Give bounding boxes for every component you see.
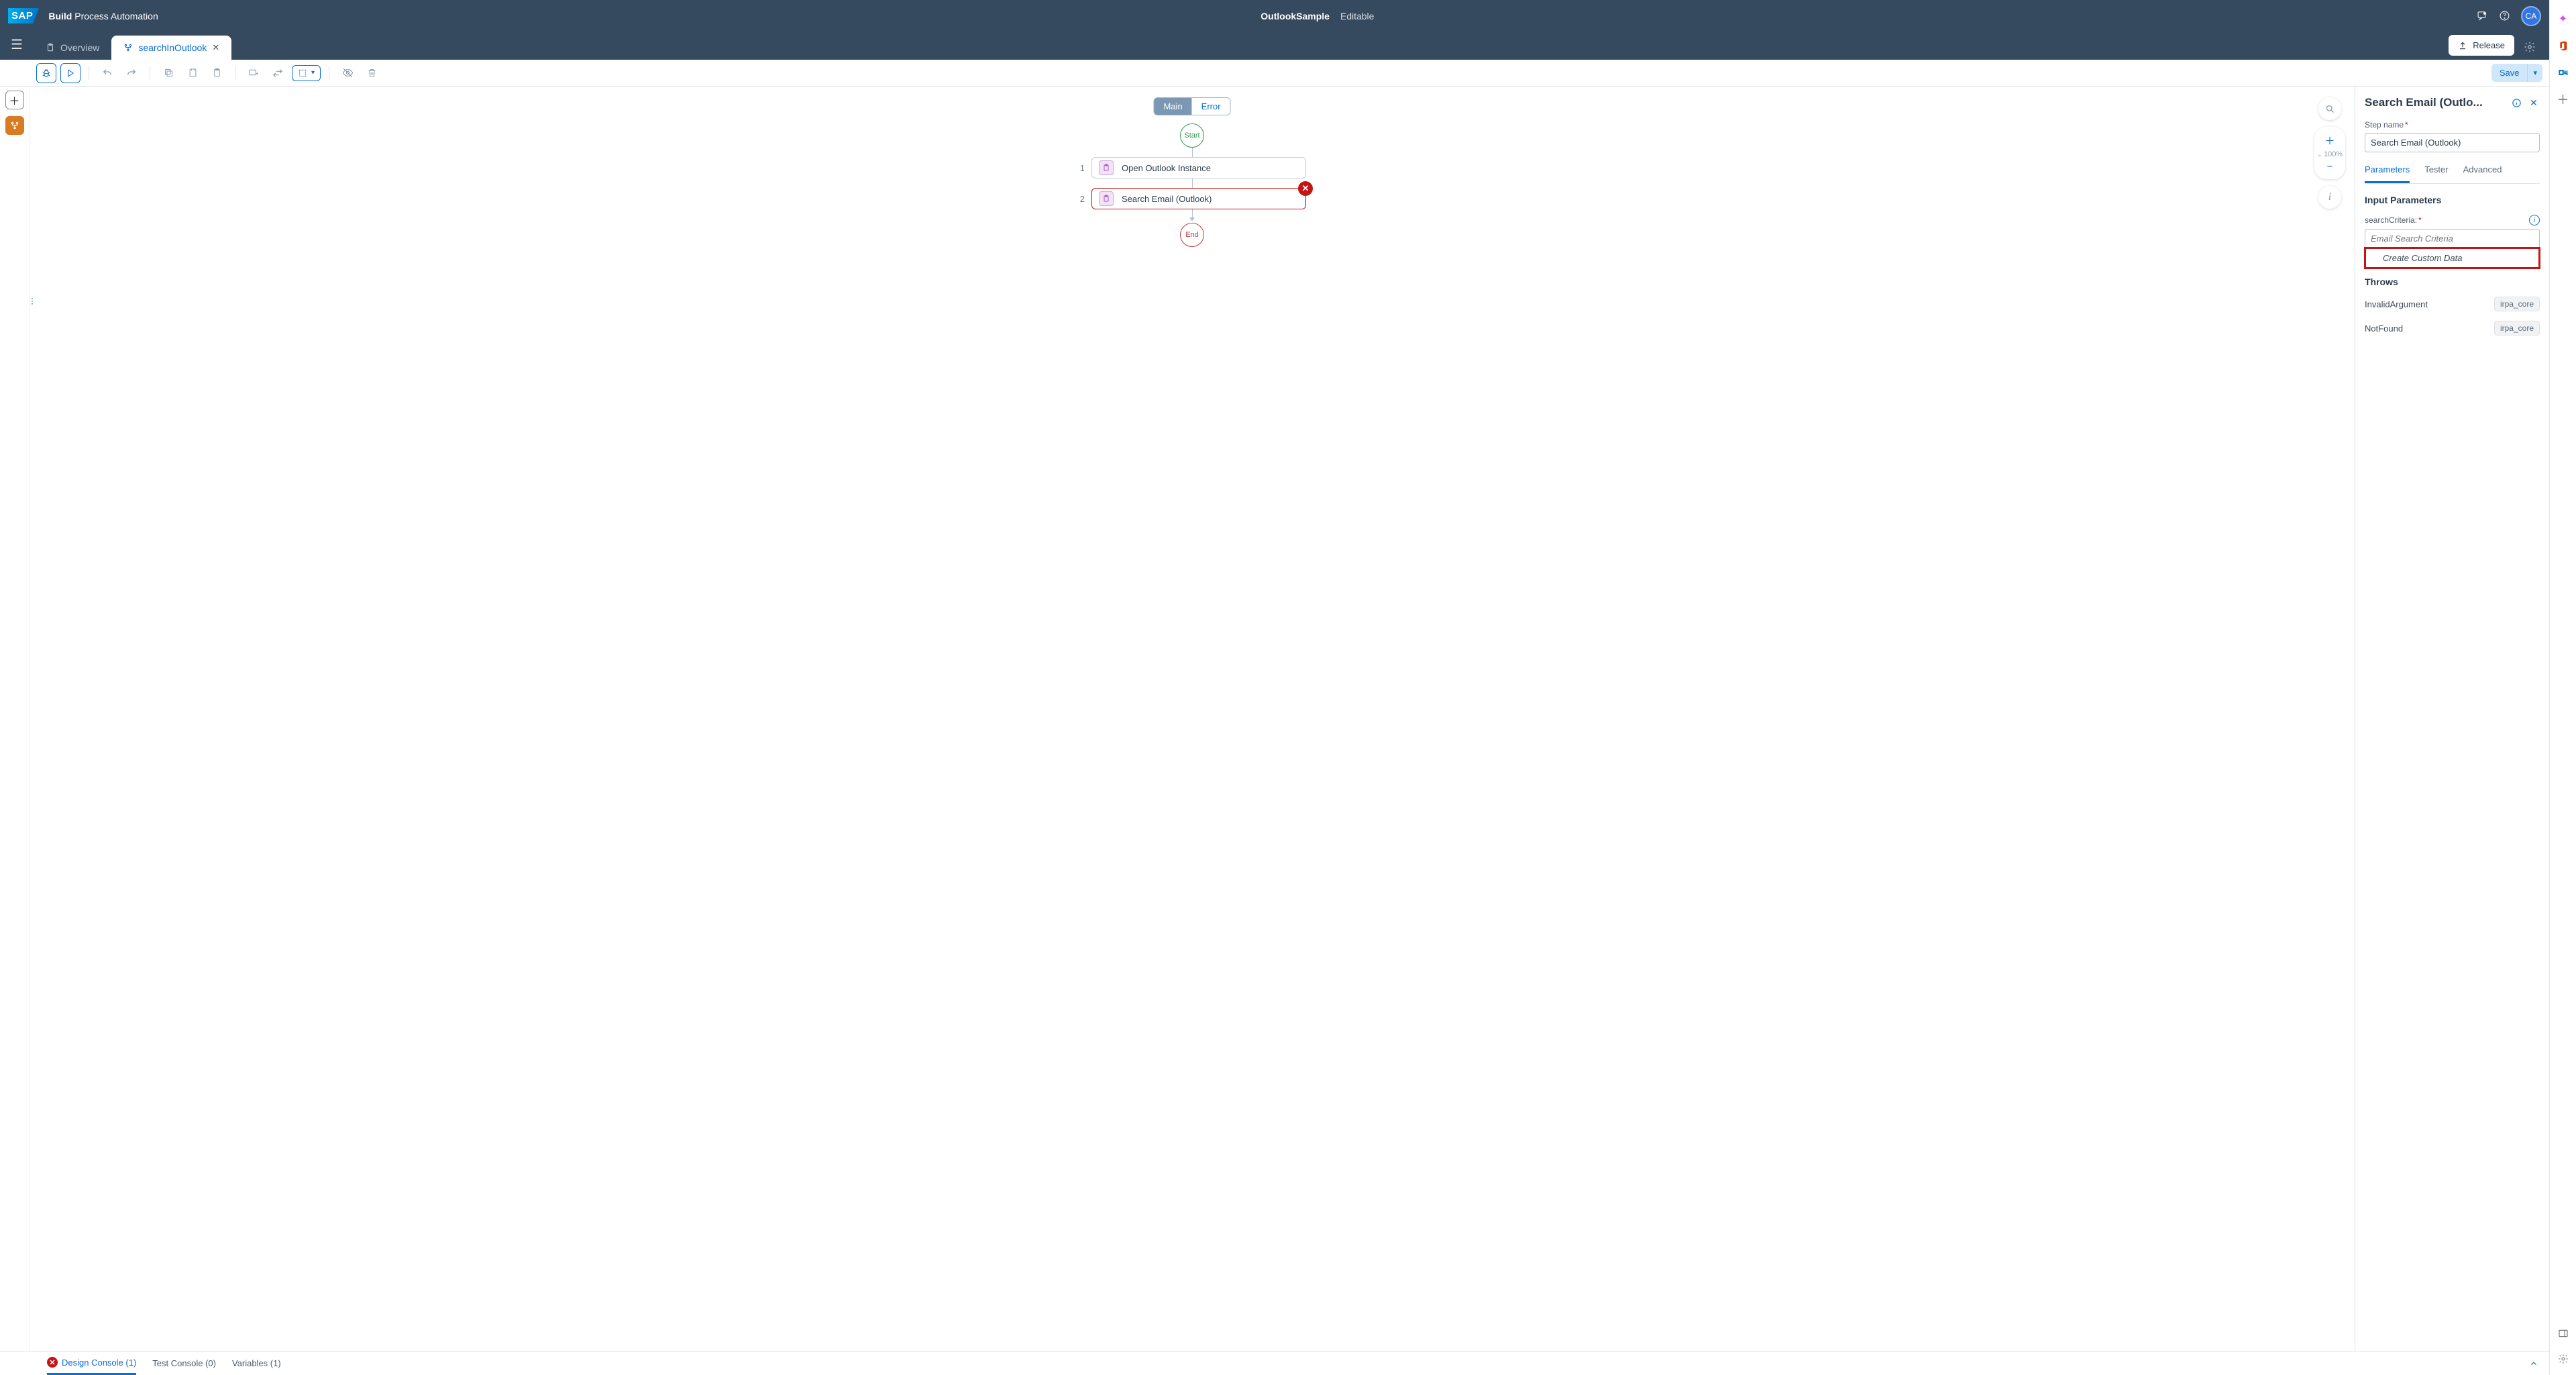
step-2: 2 Search Email (Outlook) ✕	[1078, 188, 1306, 209]
right-rail: ✦ ＋	[2549, 0, 2576, 1375]
chevron-down-icon: ▾	[311, 69, 315, 77]
zoom-in-icon[interactable]: ＋	[2324, 131, 2334, 150]
outlook-icon[interactable]	[2557, 66, 2570, 79]
zoom-control: ＋ ⌄ 100% −	[2314, 127, 2345, 179]
expand-console-icon[interactable]	[2529, 1359, 2538, 1368]
properties-panel: Search Email (Outlo... ✕ Step name* Para…	[2355, 87, 2549, 1351]
upload-icon	[2458, 41, 2467, 50]
test-console-tab[interactable]: Test Console (0)	[152, 1353, 216, 1374]
zoom-out-icon[interactable]: −	[2327, 158, 2333, 175]
header-center: OutlookSample Editable	[158, 11, 2477, 21]
throw-invalidargument: InvalidArgument irpa_core	[2365, 297, 2540, 311]
avatar[interactable]: CA	[2521, 6, 2541, 26]
searchcriteria-input[interactable]	[2365, 229, 2540, 248]
error-mode-tab[interactable]: Error	[1192, 98, 1230, 115]
project-name: OutlookSample	[1260, 11, 1330, 21]
play-icon[interactable]	[60, 63, 80, 83]
menu-icon[interactable]: ☰	[7, 36, 27, 53]
zoom-level[interactable]: ⌄ 100%	[2317, 150, 2343, 158]
brand: Build Process Automation	[48, 11, 158, 21]
automation-icon	[123, 43, 133, 52]
drag-handle-icon[interactable]: ⋮	[28, 300, 36, 303]
copy-icon[interactable]	[158, 63, 178, 83]
start-node[interactable]: Start	[1180, 123, 1204, 148]
panel-close-icon[interactable]: ✕	[2528, 97, 2540, 109]
stepname-label: Step name*	[2365, 120, 2540, 130]
param-info-icon[interactable]: i	[2529, 215, 2540, 225]
office-icon[interactable]	[2557, 39, 2570, 52]
save-dropdown[interactable]: ▾	[2527, 64, 2542, 82]
main-area: ＋ ⋮ Main Error ＋ ⌄ 100% − i	[0, 87, 2549, 1351]
swap-icon[interactable]	[268, 63, 288, 83]
toolbar: ▾ Save ▾	[0, 60, 2549, 87]
main-mode-tab[interactable]: Main	[1154, 98, 1191, 115]
step-open-outlook[interactable]: Open Outlook Instance	[1091, 157, 1306, 179]
top-header: SAP Build Process Automation OutlookSamp…	[0, 0, 2549, 32]
paste-icon[interactable]	[207, 63, 227, 83]
tab-searchinoutlook[interactable]: searchInOutlook ✕	[111, 36, 231, 60]
close-icon[interactable]: ✕	[212, 42, 219, 53]
stepname-input[interactable]	[2365, 133, 2540, 152]
design-console-tab[interactable]: ✕ Design Console (1)	[47, 1352, 136, 1375]
throw-notfound: NotFound irpa_core	[2365, 321, 2540, 336]
search-icon[interactable]	[2318, 97, 2341, 120]
gear-icon[interactable]	[2524, 41, 2536, 53]
selection-dropdown[interactable]: ▾	[292, 65, 321, 81]
automation-palette-icon[interactable]	[5, 116, 24, 135]
visibility-off-icon[interactable]	[337, 63, 358, 83]
release-button[interactable]: Release	[2449, 35, 2514, 56]
save-button-group: Save ▾	[2491, 64, 2542, 82]
settings-icon[interactable]	[2557, 1352, 2570, 1366]
clipboard-icon	[46, 43, 55, 52]
variables-tab[interactable]: Variables (1)	[232, 1353, 281, 1374]
project-status: Editable	[1340, 11, 1375, 21]
searchcriteria-label: searchCriteria:*	[2365, 215, 2422, 225]
info-icon[interactable]: i	[2318, 186, 2341, 209]
screen-add-icon[interactable]	[244, 63, 264, 83]
bottom-bar: ✕ Design Console (1) Test Console (0) Va…	[0, 1351, 2549, 1375]
tab-advanced[interactable]: Advanced	[2463, 164, 2502, 183]
flowchart: Start 1 Open Outlook Instance 2	[1078, 123, 1306, 247]
tab-row: ☰ Overview searchInOutlook ✕ Release	[0, 32, 2549, 60]
tab-overview[interactable]: Overview	[34, 36, 111, 60]
add-app-icon[interactable]: ＋	[2557, 93, 2570, 106]
delete-icon[interactable]	[362, 63, 382, 83]
error-count-icon: ✕	[47, 1357, 58, 1368]
feedback-icon[interactable]	[2477, 10, 2488, 21]
create-custom-data-option[interactable]: Create Custom Data	[2365, 248, 2540, 268]
add-button[interactable]: ＋	[5, 91, 24, 109]
panel-toggle-icon[interactable]	[2557, 1327, 2570, 1340]
undo-icon[interactable]	[97, 63, 117, 83]
canvas-mode-toggle: Main Error	[1153, 97, 1230, 115]
save-button[interactable]: Save	[2491, 64, 2528, 82]
error-badge-icon[interactable]: ✕	[1298, 181, 1313, 196]
debug-icon[interactable]	[36, 63, 56, 83]
left-toolbar: ＋	[0, 87, 30, 1351]
step-search-email[interactable]: Search Email (Outlook) ✕	[1091, 188, 1306, 209]
input-parameters-title: Input Parameters	[2365, 195, 2540, 205]
panel-info-icon[interactable]	[2510, 98, 2522, 108]
app-wrapper: SAP Build Process Automation OutlookSamp…	[0, 0, 2549, 1375]
step-1: 1 Open Outlook Instance	[1078, 157, 1306, 179]
panel-title: Search Email (Outlo...	[2365, 96, 2505, 109]
activity-icon	[1099, 191, 1114, 206]
end-node[interactable]: End	[1180, 223, 1204, 247]
property-tabs: Parameters Tester Advanced	[2365, 164, 2540, 184]
cut-icon[interactable]	[182, 63, 203, 83]
redo-icon[interactable]	[121, 63, 142, 83]
help-icon[interactable]	[2499, 10, 2510, 21]
tab-tester[interactable]: Tester	[2424, 164, 2448, 183]
sap-logo: SAP	[8, 8, 39, 23]
throws-title: Throws	[2365, 276, 2540, 287]
copilot-icon[interactable]: ✦	[2557, 12, 2570, 26]
canvas-controls: ＋ ⌄ 100% − i	[2314, 97, 2345, 209]
tab-parameters[interactable]: Parameters	[2365, 164, 2410, 183]
canvas[interactable]: ⋮ Main Error ＋ ⌄ 100% − i Start	[30, 87, 2355, 1351]
activity-icon	[1099, 160, 1114, 175]
